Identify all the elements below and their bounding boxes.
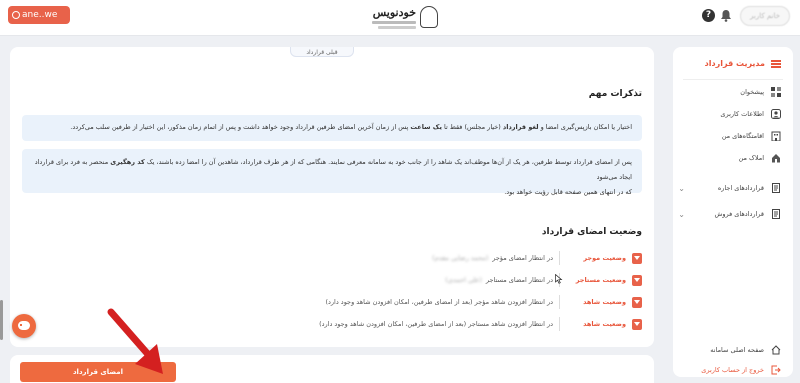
document-icon — [772, 209, 780, 219]
logo-tagline-2 — [378, 25, 416, 29]
signature-label: وضعیت شاهد — [583, 320, 626, 328]
sidebar-divider — [683, 79, 783, 80]
note-withdrawal: اختیار یا امکان بازپس‌گیری امضا و لغو قر… — [22, 115, 642, 141]
sidebar-title-label: مدیریت قرارداد — [704, 59, 765, 68]
mouse-cursor-icon — [555, 274, 563, 284]
signature-status: در انتظار افزودن شاهد مؤجر (بعد از امضای… — [325, 298, 553, 306]
logo-tagline — [372, 20, 416, 24]
house-icon — [772, 154, 780, 163]
redacted-name: (علی احمدی) — [445, 276, 482, 284]
redacted-name: (محمد رضایی مقدم) — [432, 254, 489, 262]
signature-label: وضعیت مستاجر — [575, 276, 626, 284]
sidebar-item-label: پیشخوان — [740, 88, 764, 96]
hourglass-icon — [632, 274, 642, 286]
user-icon — [771, 109, 781, 119]
notes-title: تذکرات مهم — [588, 89, 642, 99]
sidebar-item-label: اطلاعات کاربری — [720, 110, 764, 118]
user-account-button[interactable]: خانم کاربر — [740, 6, 790, 26]
sidebar-item-rental-contracts[interactable]: قراردادهای اجاره ⌄ — [678, 183, 781, 193]
logo-text: خودنویس — [372, 5, 416, 19]
signature-label: وضعیت موجر — [583, 254, 626, 262]
sidebar-item-sales-contracts[interactable]: قراردادهای فروش ⌄ — [678, 209, 781, 219]
row-separator — [559, 295, 560, 309]
sidebar-item-home[interactable]: صفحه اصلی سامانه — [710, 345, 781, 355]
home-icon — [771, 345, 781, 355]
signature-status: در انتظار امضای مستاجر — [485, 276, 553, 284]
signature-status: در انتظار افزودن شاهد مستاجر (بعد از امض… — [319, 320, 553, 328]
sidebar-item-my-properties[interactable]: املاک من — [739, 153, 781, 163]
record-icon — [12, 11, 20, 19]
hourglass-icon — [632, 252, 642, 264]
hourglass-icon — [632, 318, 642, 330]
pen-logo-icon — [420, 6, 438, 28]
sidebar-item-label: صفحه اصلی سامانه — [710, 346, 764, 354]
document-icon — [772, 183, 780, 193]
sidebar: مدیریت قرارداد پیشخوان اطلاعات کاربری اق… — [673, 47, 793, 377]
hourglass-icon — [632, 296, 642, 308]
scrollbar-thumb[interactable] — [0, 300, 3, 340]
annotation-arrow-icon — [107, 308, 163, 374]
chevron-down-icon[interactable]: ⌄ — [678, 210, 685, 219]
logout-icon — [771, 365, 781, 375]
note-witness: پس از امضای قرارداد توسط طرفین، هر یک از… — [22, 149, 642, 196]
chevron-down-icon[interactable]: ⌄ — [678, 184, 685, 193]
signature-row-lessor: وضعیت موجر در انتظار امضای مؤجر (محمد رض… — [26, 247, 642, 269]
top-bar: ane..we خودنویس ? خانم کاربر — [0, 0, 800, 36]
building-icon — [771, 131, 781, 141]
sidebar-item-dashboard[interactable]: پیشخوان — [740, 87, 781, 97]
main-content-card: قبلی قرارداد تذکرات مهم اختیار یا امکان … — [10, 47, 654, 347]
watermark-label: ane..we — [22, 10, 58, 20]
sidebar-item-label: اقامتگاه‌های من — [721, 132, 764, 140]
signature-label: وضعیت شاهد — [583, 298, 626, 306]
signature-row-lessee: وضعیت مستاجر در انتظار امضای مستاجر (علی… — [26, 269, 642, 291]
sidebar-item-label: املاک من — [738, 154, 764, 162]
signature-status: در انتظار امضای مؤجر — [492, 254, 553, 262]
row-separator — [559, 251, 560, 265]
sidebar-item-label: قراردادهای فروش — [714, 210, 764, 218]
sidebar-item-label: خروج از حساب کاربری — [701, 366, 764, 374]
sidebar-item-user-info[interactable]: اطلاعات کاربری — [720, 109, 781, 119]
chat-support-button[interactable] — [12, 314, 36, 338]
site-logo[interactable]: خودنویس — [366, 3, 438, 31]
sidebar-item-my-residences[interactable]: اقامتگاه‌های من — [722, 131, 781, 141]
sidebar-item-logout[interactable]: خروج از حساب کاربری — [701, 365, 781, 375]
help-icon[interactable]: ? — [702, 9, 715, 22]
menu-icon[interactable] — [771, 59, 781, 68]
previous-section-tab[interactable]: قبلی قرارداد — [290, 47, 354, 57]
signature-status-title: وضعیت امضای قرارداد — [541, 227, 642, 237]
sidebar-item-label: قراردادهای اجاره — [717, 184, 764, 192]
notification-bell-icon[interactable] — [720, 9, 732, 22]
dashboard-icon — [771, 87, 781, 97]
row-separator — [559, 317, 560, 331]
recorder-watermark: ane..we — [8, 6, 70, 24]
sidebar-title[interactable]: مدیریت قرارداد — [705, 59, 781, 68]
